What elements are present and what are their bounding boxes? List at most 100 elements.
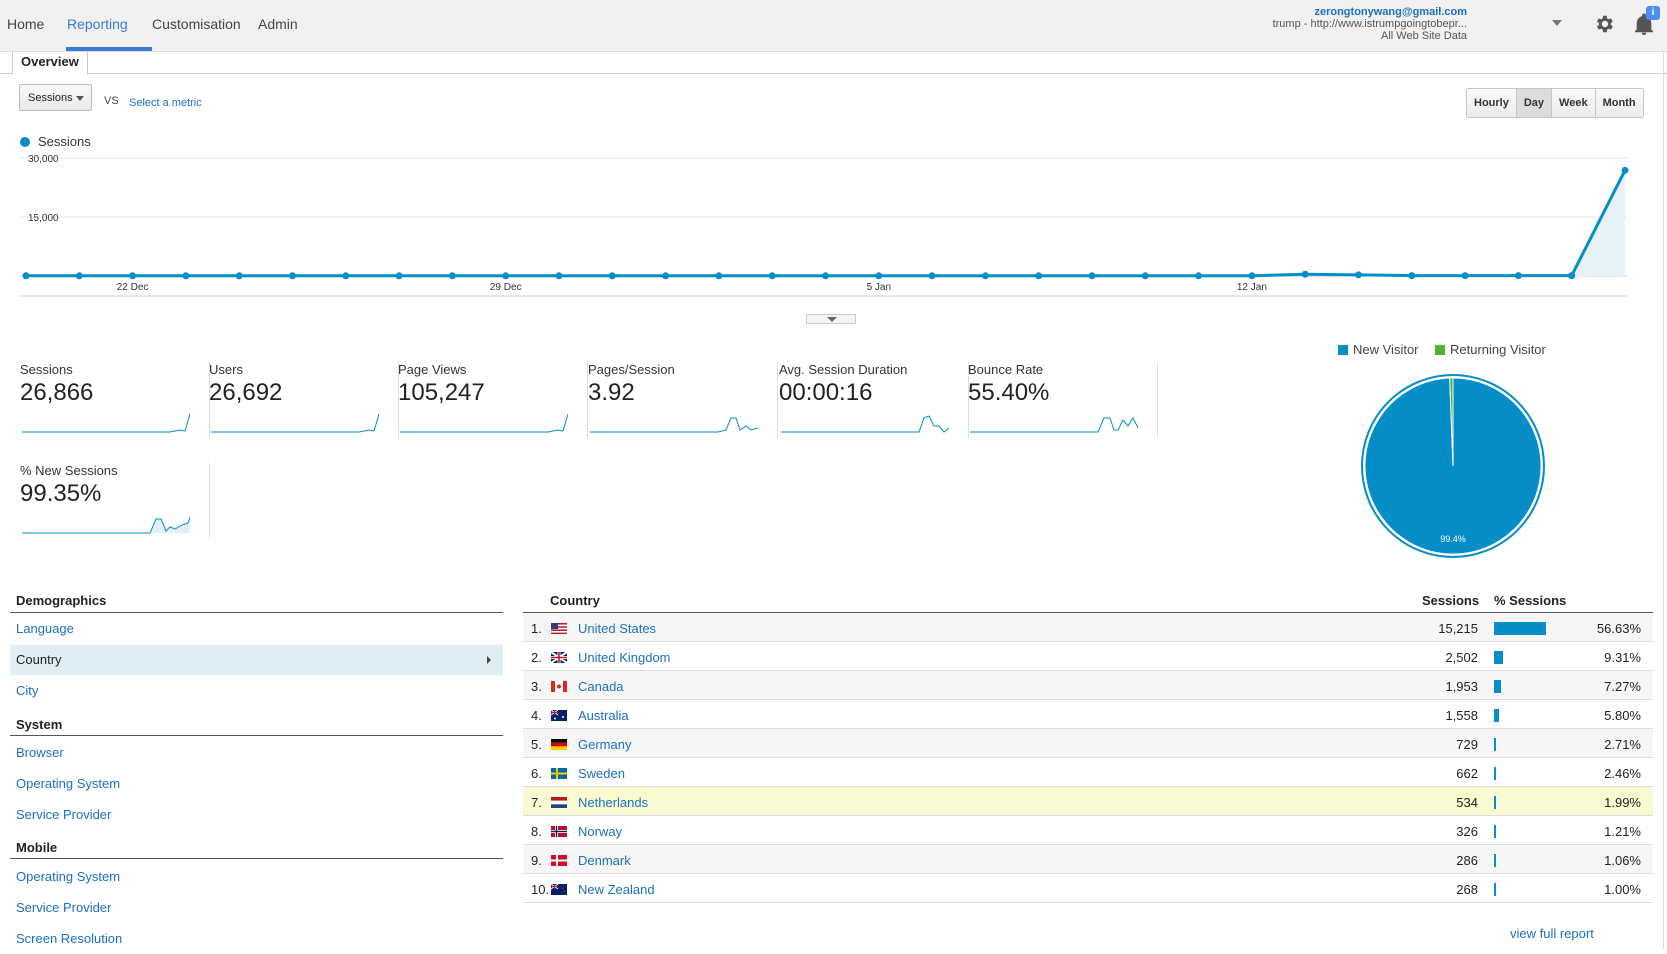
summary-avg-duration[interactable]: Avg. Session Duration 00:00:16 [779,362,969,438]
nav-browser[interactable]: Browser [10,738,503,768]
row-rank: 10. [531,882,550,897]
data-point [129,272,137,280]
series-line [26,169,1627,278]
data-point [1035,272,1043,280]
sessions-value: 1,558 [1445,708,1478,723]
data-point [1301,270,1309,278]
metric-dropdown[interactable]: Sessions [19,84,92,111]
pie-legend-returning: Returning Visitor [1435,342,1546,357]
pct-bar [1494,883,1496,896]
legend-returning-label: Returning Visitor [1450,342,1546,357]
account-view: All Web Site Data [1380,30,1467,42]
account-selector[interactable]: zerongtonywang@gmail.com trump - http://… [1273,6,1467,42]
us-flag-icon [551,623,567,634]
summary-value: 3.92 [588,379,635,406]
series-area [26,170,1625,276]
country-link[interactable]: Denmark [578,853,631,868]
data-point [1461,272,1469,280]
data-point [22,272,30,280]
summary-bounce-rate[interactable]: Bounce Rate 55.40% [968,362,1158,438]
country-link[interactable]: Germany [578,737,631,752]
summary-users[interactable]: Users 26,692 [209,362,399,438]
right-border [1663,52,1664,949]
nav-home[interactable]: Home [7,16,44,32]
sparkline [22,413,190,433]
pct-bar [1494,825,1496,838]
data-point [75,272,83,280]
nav-reporting[interactable]: Reporting [67,16,128,32]
summary-value: 99.35% [20,480,102,507]
section-rule [10,858,503,859]
metric-dropdown-label: Sessions [28,92,73,104]
summary-label: % New Sessions [20,463,118,478]
table-row: 1. United States 15,215 56.63% [523,613,1653,642]
country-link[interactable]: Norway [578,824,622,839]
nav-screen-resolution[interactable]: Screen Resolution [10,924,503,954]
nav-mobile-operating-system[interactable]: Operating System [10,862,503,892]
nav-admin[interactable]: Admin [258,16,298,32]
country-link[interactable]: Canada [578,679,624,694]
pct-value: 2.46% [1604,766,1641,781]
country-link[interactable]: Australia [578,708,629,723]
legend-swatch [1338,345,1348,355]
row-rank: 9. [531,853,542,868]
data-point [555,272,563,280]
x-tick-label: 29 Dec [490,282,522,293]
pct-bar [1494,854,1496,867]
country-link[interactable]: United Kingdom [578,650,671,665]
nav-language[interactable]: Language [10,614,503,644]
pct-value: 1.06% [1604,853,1641,868]
table-row: 6. Sweden 662 2.46% [523,758,1653,787]
select-metric-link[interactable]: Select a metric [129,97,202,109]
nav-country[interactable]: Country [10,645,503,675]
summary-new-sessions[interactable]: % New Sessions 99.35% [20,463,210,539]
country-link[interactable]: United States [578,621,656,636]
x-tick-label: 5 Jan [867,282,891,293]
pct-value: 7.27% [1604,679,1641,694]
summary-label: Avg. Session Duration [779,362,908,377]
week-button[interactable]: Week [1552,89,1596,117]
y-tick-label: 15,000 [28,213,59,224]
summary-pages-session[interactable]: Pages/Session 3.92 [588,362,778,438]
month-button[interactable]: Month [1595,89,1643,117]
country-link[interactable]: Sweden [578,766,625,781]
nav-operating-system[interactable]: Operating System [10,769,503,799]
hourly-button[interactable]: Hourly [1467,89,1517,117]
chart-expander-icon[interactable] [806,314,856,324]
data-point [395,272,403,280]
summary-label: Pages/Session [588,362,675,377]
pie-slice-label: 99.4% [1440,534,1466,544]
data-point [608,272,616,280]
series-legend-dot [20,137,30,147]
dk-flag-icon [551,855,567,866]
country-link[interactable]: Netherlands [578,795,648,810]
section-demographics: Demographics [16,593,107,608]
legend-new-label: New Visitor [1353,342,1419,357]
data-point [715,272,723,280]
summary-sessions[interactable]: Sessions 26,866 [20,362,210,438]
account-dropdown-icon[interactable] [1552,20,1562,26]
pct-bar [1494,622,1546,635]
data-point [502,272,510,280]
legend-swatch [1435,345,1445,355]
column-header-pct-sessions: % Sessions [1494,593,1567,608]
data-point [981,272,989,280]
data-point [768,272,776,280]
sessions-value: 268 [1456,882,1478,897]
sessions-value: 15,215 [1438,621,1478,636]
tab-overview[interactable]: Overview [12,52,88,75]
gear-icon[interactable] [1593,13,1615,35]
summary-value: 105,247 [398,379,485,406]
country-link[interactable]: New Zealand [578,882,655,897]
au-flag-icon [551,710,567,721]
nav-service-provider[interactable]: Service Provider [10,800,503,830]
summary-page-views[interactable]: Page Views 105,247 [398,362,588,438]
view-full-report-link[interactable]: view full report [1510,926,1594,941]
nav-customisation[interactable]: Customisation [152,16,241,32]
nav-city[interactable]: City [10,676,503,706]
data-point [662,272,670,280]
pie-legend-new: New Visitor [1338,342,1419,357]
data-point [342,272,350,280]
day-button[interactable]: Day [1516,89,1553,117]
nav-mobile-service-provider[interactable]: Service Provider [10,893,503,923]
